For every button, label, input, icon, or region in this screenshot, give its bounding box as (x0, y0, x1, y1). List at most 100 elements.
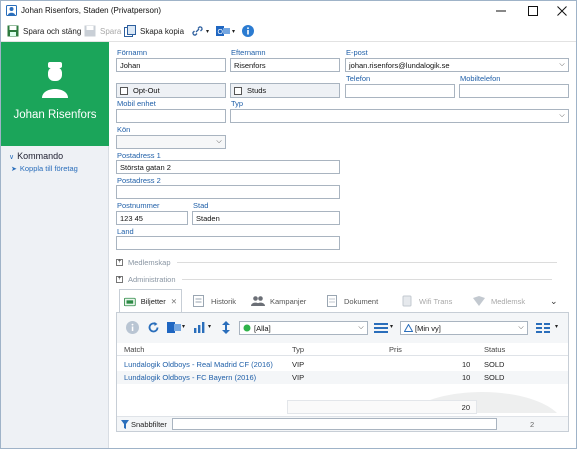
tab-history[interactable]: Historik (192, 289, 236, 313)
view-select[interactable]: [Min vy] ⌵ (400, 321, 528, 335)
divider (181, 279, 552, 280)
columns-chevron-icon[interactable]: ▾ (555, 323, 558, 330)
address2-input[interactable] (116, 185, 340, 199)
status-cell: SOLD (484, 360, 505, 369)
send-arrow-icon: ➤ (11, 166, 17, 173)
columns-icon[interactable] (536, 323, 550, 333)
email-label: E-post (346, 48, 368, 57)
tab-documents[interactable]: Dokument (325, 289, 378, 313)
tab-wifi-label: Wifi Trans (419, 296, 453, 306)
column-header-price[interactable]: Pris (389, 345, 402, 354)
gender-dropdown-icon[interactable]: ⌵ (213, 136, 225, 148)
tabs-overflow-chevron-icon[interactable]: ⌄ (550, 289, 558, 313)
mobile-phone-input[interactable] (459, 84, 569, 98)
tab-campaigns-label: Kampanjer (270, 296, 307, 306)
sort-icon[interactable] (221, 321, 231, 334)
save-button[interactable]: Spara (84, 23, 121, 39)
maximize-button[interactable] (518, 1, 548, 20)
table-row[interactable]: Lundalogik Oldboys - Real Madrid CF (201… (117, 358, 568, 371)
studs-box[interactable] (234, 86, 242, 95)
maximize-icon (528, 5, 538, 16)
refresh-icon[interactable] (147, 321, 160, 334)
membership-section[interactable]: + Medlemskap (116, 258, 557, 267)
city-input[interactable]: Staden (192, 211, 340, 225)
document-icon (327, 295, 337, 307)
type-cell: VIP (292, 373, 305, 382)
type-dropdown-icon[interactable]: ⌵ (556, 110, 568, 122)
opt-out-box[interactable] (120, 86, 128, 95)
create-copy-button[interactable]: Skapa kopia (124, 23, 184, 39)
zip-input[interactable]: 123 45 (116, 211, 188, 225)
column-header-match[interactable]: Match (124, 345, 144, 354)
connect-company-link[interactable]: ➤ Koppla till företag (11, 164, 78, 173)
row-count: 2 (530, 420, 535, 429)
tab-history-label: Historik (211, 296, 237, 306)
close-button[interactable] (547, 1, 577, 20)
filter-select[interactable]: [Alla] ⌵ (239, 321, 368, 335)
studs-checkbox[interactable]: Studs (230, 83, 340, 98)
phone-label: Telefon (346, 74, 371, 83)
filter-value: [Alla] (254, 324, 271, 333)
people-icon (251, 296, 265, 306)
close-icon (557, 5, 567, 16)
chevron-down-icon: ∨ (9, 154, 15, 161)
administration-section[interactable]: + Administration (116, 275, 552, 284)
commands-heading[interactable]: ∨ Kommando (9, 151, 63, 161)
bar-chart-icon[interactable] (193, 321, 206, 334)
outlook-chevron-icon: ▾ (232, 28, 236, 35)
list-chevron-icon[interactable]: ▾ (390, 323, 393, 330)
address1-label: Postadress 1 (117, 151, 161, 160)
country-input[interactable] (116, 236, 340, 250)
column-header-type[interactable]: Typ (292, 345, 304, 354)
header-divider (117, 355, 568, 356)
minimize-button[interactable] (486, 1, 516, 20)
save-and-close-label: Spara och stäng (23, 26, 82, 36)
close-tab-icon[interactable]: ✕ (171, 297, 177, 306)
expand-plus-icon[interactable]: + (116, 276, 123, 283)
filter-dropdown-icon[interactable]: ⌵ (355, 322, 367, 334)
phone-input[interactable] (345, 84, 455, 98)
link-menu-button[interactable]: ▾ (191, 23, 209, 39)
info-icon[interactable] (126, 321, 139, 334)
type-label: Typ (231, 99, 244, 108)
tab-membership[interactable]: Medlemsk (472, 289, 525, 313)
view-dropdown-icon[interactable]: ⌵ (515, 322, 527, 334)
column-header-status[interactable]: Status (484, 345, 505, 354)
expand-plus-icon[interactable]: + (116, 259, 123, 266)
outlook-chevron-icon[interactable]: ▾ (182, 323, 185, 330)
address1-input[interactable]: Största gatan 2 (116, 160, 340, 174)
chart-chevron-icon[interactable]: ▾ (208, 323, 211, 330)
gender-select[interactable]: ⌵ (116, 135, 226, 149)
first-name-input[interactable]: Johan (116, 58, 226, 72)
quick-filter-input[interactable] (172, 418, 497, 430)
tab-campaigns[interactable]: Kampanjer (251, 289, 306, 313)
divider (176, 262, 557, 263)
person-avatar-icon (42, 62, 68, 98)
quick-filter-label: Snabbfilter (131, 420, 167, 429)
price-total: 20 (461, 403, 470, 412)
info-button[interactable] (242, 23, 254, 39)
tab-wifi[interactable]: Wifi Trans (400, 289, 452, 313)
match-cell[interactable]: Lundalogik Oldboys - FC Bayern (2016) (124, 373, 256, 382)
type-cell: VIP (292, 360, 305, 369)
tab-documents-label: Dokument (344, 296, 379, 306)
list-menu-icon[interactable] (374, 323, 388, 333)
last-name-input[interactable]: Risenfors (230, 58, 340, 72)
outlook-menu-button[interactable]: O ▾ (216, 23, 235, 39)
email-dropdown-icon[interactable]: ⌵ (556, 59, 568, 71)
tickets-grid: ▾ ▾ [Alla] ⌵ ▾ [Min vy] ⌵ ▾ Match Typ Pr… (116, 312, 569, 432)
grid-toolbar: ▾ ▾ [Alla] ⌵ ▾ [Min vy] ⌵ ▾ (117, 313, 568, 343)
outlook-icon[interactable] (167, 321, 181, 334)
save-and-close-button[interactable]: Spara och stäng (7, 23, 81, 39)
table-row[interactable]: Lundalogik Oldboys - FC Bayern (2016) VI… (117, 371, 568, 384)
mobile-unit-input[interactable] (116, 109, 226, 123)
toolbar: Spara och stäng Spara Skapa kopia ▾ O ▾ (1, 20, 576, 42)
email-input[interactable]: johan.risenfors@lundalogik.se ⌵ (345, 58, 569, 72)
title-bar: Johan Risenfors, Staden (Privatperson) (1, 1, 576, 20)
address2-label: Postadress 2 (117, 176, 161, 185)
opt-out-checkbox[interactable]: Opt-Out (116, 83, 226, 98)
match-cell[interactable]: Lundalogik Oldboys - Real Madrid CF (201… (124, 360, 273, 369)
tab-tickets[interactable]: Biljetter ✕ (119, 289, 182, 313)
type-select[interactable]: ⌵ (230, 109, 569, 123)
first-name-label: Förnamn (117, 48, 148, 57)
